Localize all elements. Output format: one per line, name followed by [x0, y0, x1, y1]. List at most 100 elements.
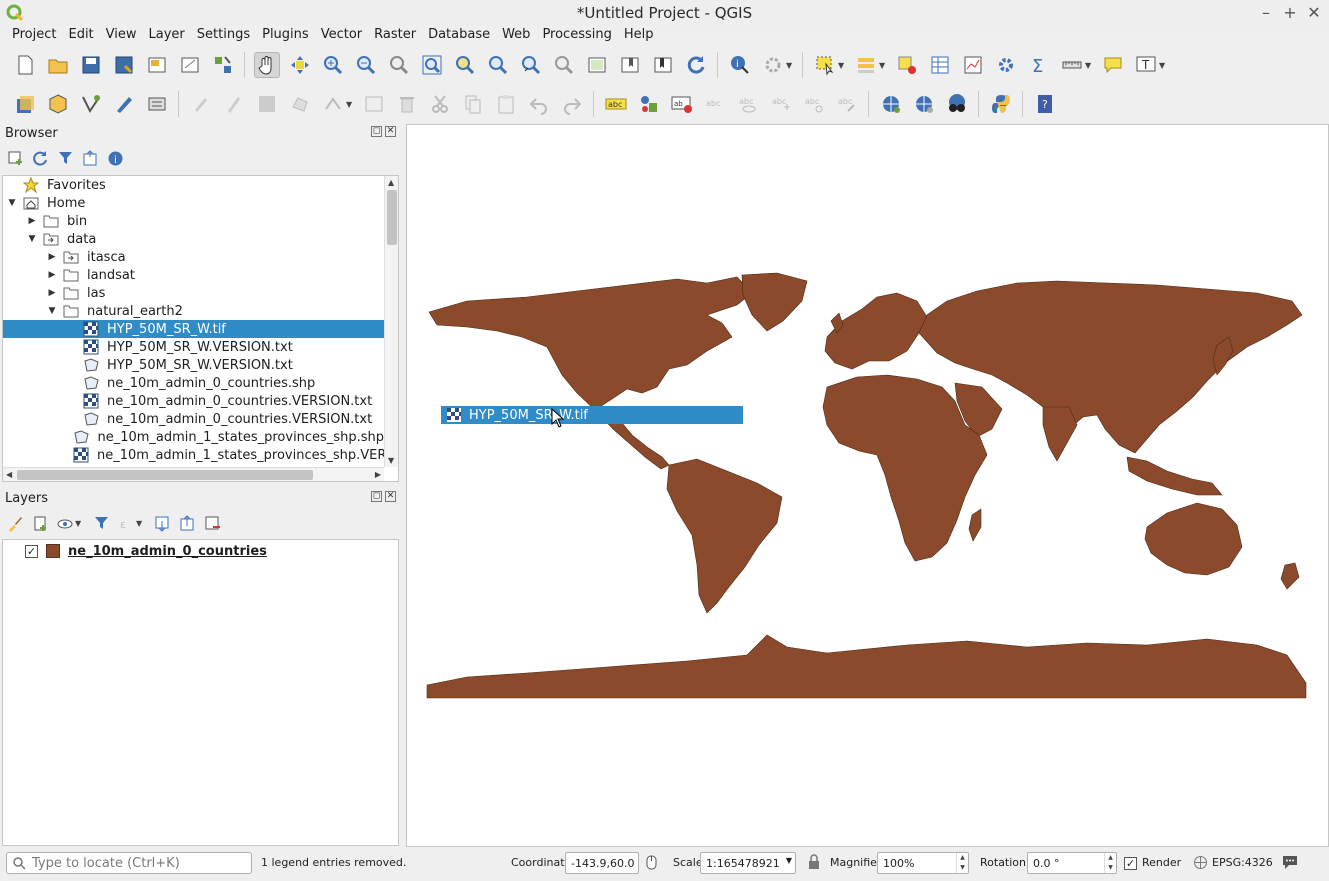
- browser-tree-item[interactable]: ne_10m_admin_1_states_provinces_shp.shp: [3, 428, 384, 446]
- maximize-button[interactable]: +: [1283, 3, 1297, 22]
- scale-combobox[interactable]: 1:165478921 ▼: [700, 852, 796, 874]
- browser-tree[interactable]: Favorites ▼ Home ▶ bin ▼ data ▶ itasca ▶ landsat ▶ l…: [2, 175, 399, 482]
- refresh-button[interactable]: [683, 52, 709, 78]
- attribute-table-button[interactable]: [927, 52, 953, 78]
- toolbox-button[interactable]: [993, 52, 1019, 78]
- measure-button[interactable]: [1059, 52, 1085, 78]
- paste-features-button[interactable]: [493, 91, 519, 117]
- menu-layer[interactable]: Layer: [143, 26, 191, 46]
- layers-tree[interactable]: ✓ ne_10m_admin_0_countries: [2, 539, 399, 846]
- pan-to-selection-button[interactable]: [287, 52, 313, 78]
- layer-name[interactable]: ne_10m_admin_0_countries: [68, 544, 267, 559]
- help-contents-button[interactable]: ?: [1032, 91, 1058, 117]
- browser-vertical-scroll-thumb[interactable]: [387, 190, 397, 245]
- locator-search[interactable]: Type to locate (Ctrl+K): [6, 852, 252, 874]
- metasearch-web-button[interactable]: [911, 91, 937, 117]
- add-selected-layers-button[interactable]: [6, 149, 25, 168]
- undo-button[interactable]: [526, 91, 552, 117]
- delete-selected-button[interactable]: [394, 91, 420, 117]
- expand-arrow-icon[interactable]: ▼: [47, 306, 57, 316]
- expand-arrow-icon[interactable]: ▼: [27, 234, 37, 244]
- filter-legend-button[interactable]: [92, 514, 111, 533]
- menu-settings[interactable]: Settings: [191, 26, 256, 46]
- remove-layer-button[interactable]: [203, 514, 222, 533]
- filter-by-expression-button[interactable]: ε: [117, 514, 136, 533]
- map-canvas[interactable]: HYP_50M_SR_W.tif: [406, 124, 1329, 847]
- mouse-toggle-icon[interactable]: [644, 854, 659, 871]
- show-hide-labels-button[interactable]: abc: [735, 91, 761, 117]
- browser-tree-item[interactable]: ne_10m_admin_0_countries.VERSION.txt: [3, 410, 384, 428]
- change-label-button[interactable]: abc: [834, 91, 860, 117]
- layer-diagram-button[interactable]: [636, 91, 662, 117]
- new-print-layout-button[interactable]: [144, 52, 170, 78]
- identify-features-button[interactable]: i: [727, 52, 753, 78]
- zoom-to-layer-button[interactable]: [485, 52, 511, 78]
- crs-globe-icon[interactable]: [1193, 855, 1208, 870]
- messages-icon[interactable]: [1281, 854, 1299, 870]
- statistical-summary-button[interactable]: [960, 52, 986, 78]
- expand-arrow-icon[interactable]: ▶: [47, 288, 57, 298]
- scale-dropdown-icon[interactable]: ▼: [786, 856, 792, 865]
- map-themes-dropdown-icon[interactable]: ▼: [75, 519, 83, 528]
- browser-float-button[interactable]: ◻: [371, 126, 382, 137]
- map-tips-button[interactable]: [1100, 52, 1126, 78]
- browser-properties-button[interactable]: i: [106, 149, 125, 168]
- measure-dropdown-icon[interactable]: ▼: [1085, 61, 1093, 70]
- menu-view[interactable]: View: [100, 26, 143, 46]
- toggle-editing-button[interactable]: [221, 91, 247, 117]
- zoom-out-button[interactable]: [353, 52, 379, 78]
- select-features-button[interactable]: [812, 52, 838, 78]
- move-label-button[interactable]: abc: [768, 91, 794, 117]
- zoom-rubber-button[interactable]: [386, 52, 412, 78]
- browser-tree-item[interactable]: ▶ bin: [3, 212, 384, 230]
- open-project-button[interactable]: [45, 52, 71, 78]
- menu-web[interactable]: Web: [496, 26, 536, 46]
- menu-vector[interactable]: Vector: [315, 26, 368, 46]
- browser-filter-button[interactable]: [56, 149, 75, 168]
- python-console-button[interactable]: [988, 91, 1014, 117]
- minimize-button[interactable]: –: [1259, 3, 1273, 22]
- browser-tree-item[interactable]: ne_10m_admin_0_countries.VERSION.txt: [3, 392, 384, 410]
- highlight-pinned-labels-button[interactable]: ab: [669, 91, 695, 117]
- layers-float-button[interactable]: ◻: [371, 491, 382, 502]
- browser-tree-item[interactable]: ▼ Home: [3, 194, 384, 212]
- browser-horizontal-scroll-thumb[interactable]: [17, 470, 313, 480]
- expand-arrow-icon[interactable]: ▼: [7, 198, 17, 208]
- run-action-dropdown-icon[interactable]: ▼: [786, 61, 794, 70]
- zoom-next-button[interactable]: [551, 52, 577, 78]
- new-map-view-button[interactable]: [584, 52, 610, 78]
- browser-tree-item[interactable]: ▶ landsat: [3, 266, 384, 284]
- menu-edit[interactable]: Edit: [62, 26, 99, 46]
- text-annotation-button[interactable]: T: [1133, 52, 1159, 78]
- layout-manager-button[interactable]: [177, 52, 203, 78]
- menu-database[interactable]: Database: [422, 26, 496, 46]
- expand-arrow-icon[interactable]: ▶: [47, 270, 57, 280]
- new-bookmark-button[interactable]: [617, 52, 643, 78]
- rotation-spinbox[interactable]: 0.0 ° ▲ ▼: [1027, 852, 1117, 874]
- magnifier-spin-arrows[interactable]: ▲ ▼: [956, 853, 968, 873]
- run-action-button[interactable]: [760, 52, 786, 78]
- browser-close-button[interactable]: ✕: [385, 126, 396, 137]
- annotation-dropdown-icon[interactable]: ▼: [1159, 61, 1167, 70]
- vertex-tool-button[interactable]: [320, 91, 346, 117]
- save-as-button[interactable]: [111, 52, 137, 78]
- menu-help[interactable]: Help: [618, 26, 660, 46]
- new-project-button[interactable]: [12, 52, 38, 78]
- zoom-full-button[interactable]: [419, 52, 445, 78]
- layer-visibility-checkbox[interactable]: ✓: [25, 544, 38, 558]
- close-button[interactable]: ✕: [1307, 3, 1321, 22]
- save-project-button[interactable]: [78, 52, 104, 78]
- show-bookmarks-button[interactable]: [650, 52, 676, 78]
- browser-horizontal-scrollbar[interactable]: ◀ ▶: [3, 467, 384, 481]
- render-checkbox[interactable]: ✓: [1124, 857, 1137, 870]
- add-group-button[interactable]: [31, 514, 50, 533]
- menu-raster[interactable]: Raster: [368, 26, 422, 46]
- browser-tree-item[interactable]: HYP_50M_SR_W.VERSION.txt: [3, 338, 384, 356]
- layer-labeling-button[interactable]: abc: [603, 91, 629, 117]
- quickosm-button[interactable]: [944, 91, 970, 117]
- layers-close-button[interactable]: ✕: [385, 491, 396, 502]
- menu-processing[interactable]: Processing: [536, 26, 617, 46]
- add-feature-button[interactable]: [287, 91, 313, 117]
- browser-tree-item[interactable]: ▶ itasca: [3, 248, 384, 266]
- zoom-in-button[interactable]: [320, 52, 346, 78]
